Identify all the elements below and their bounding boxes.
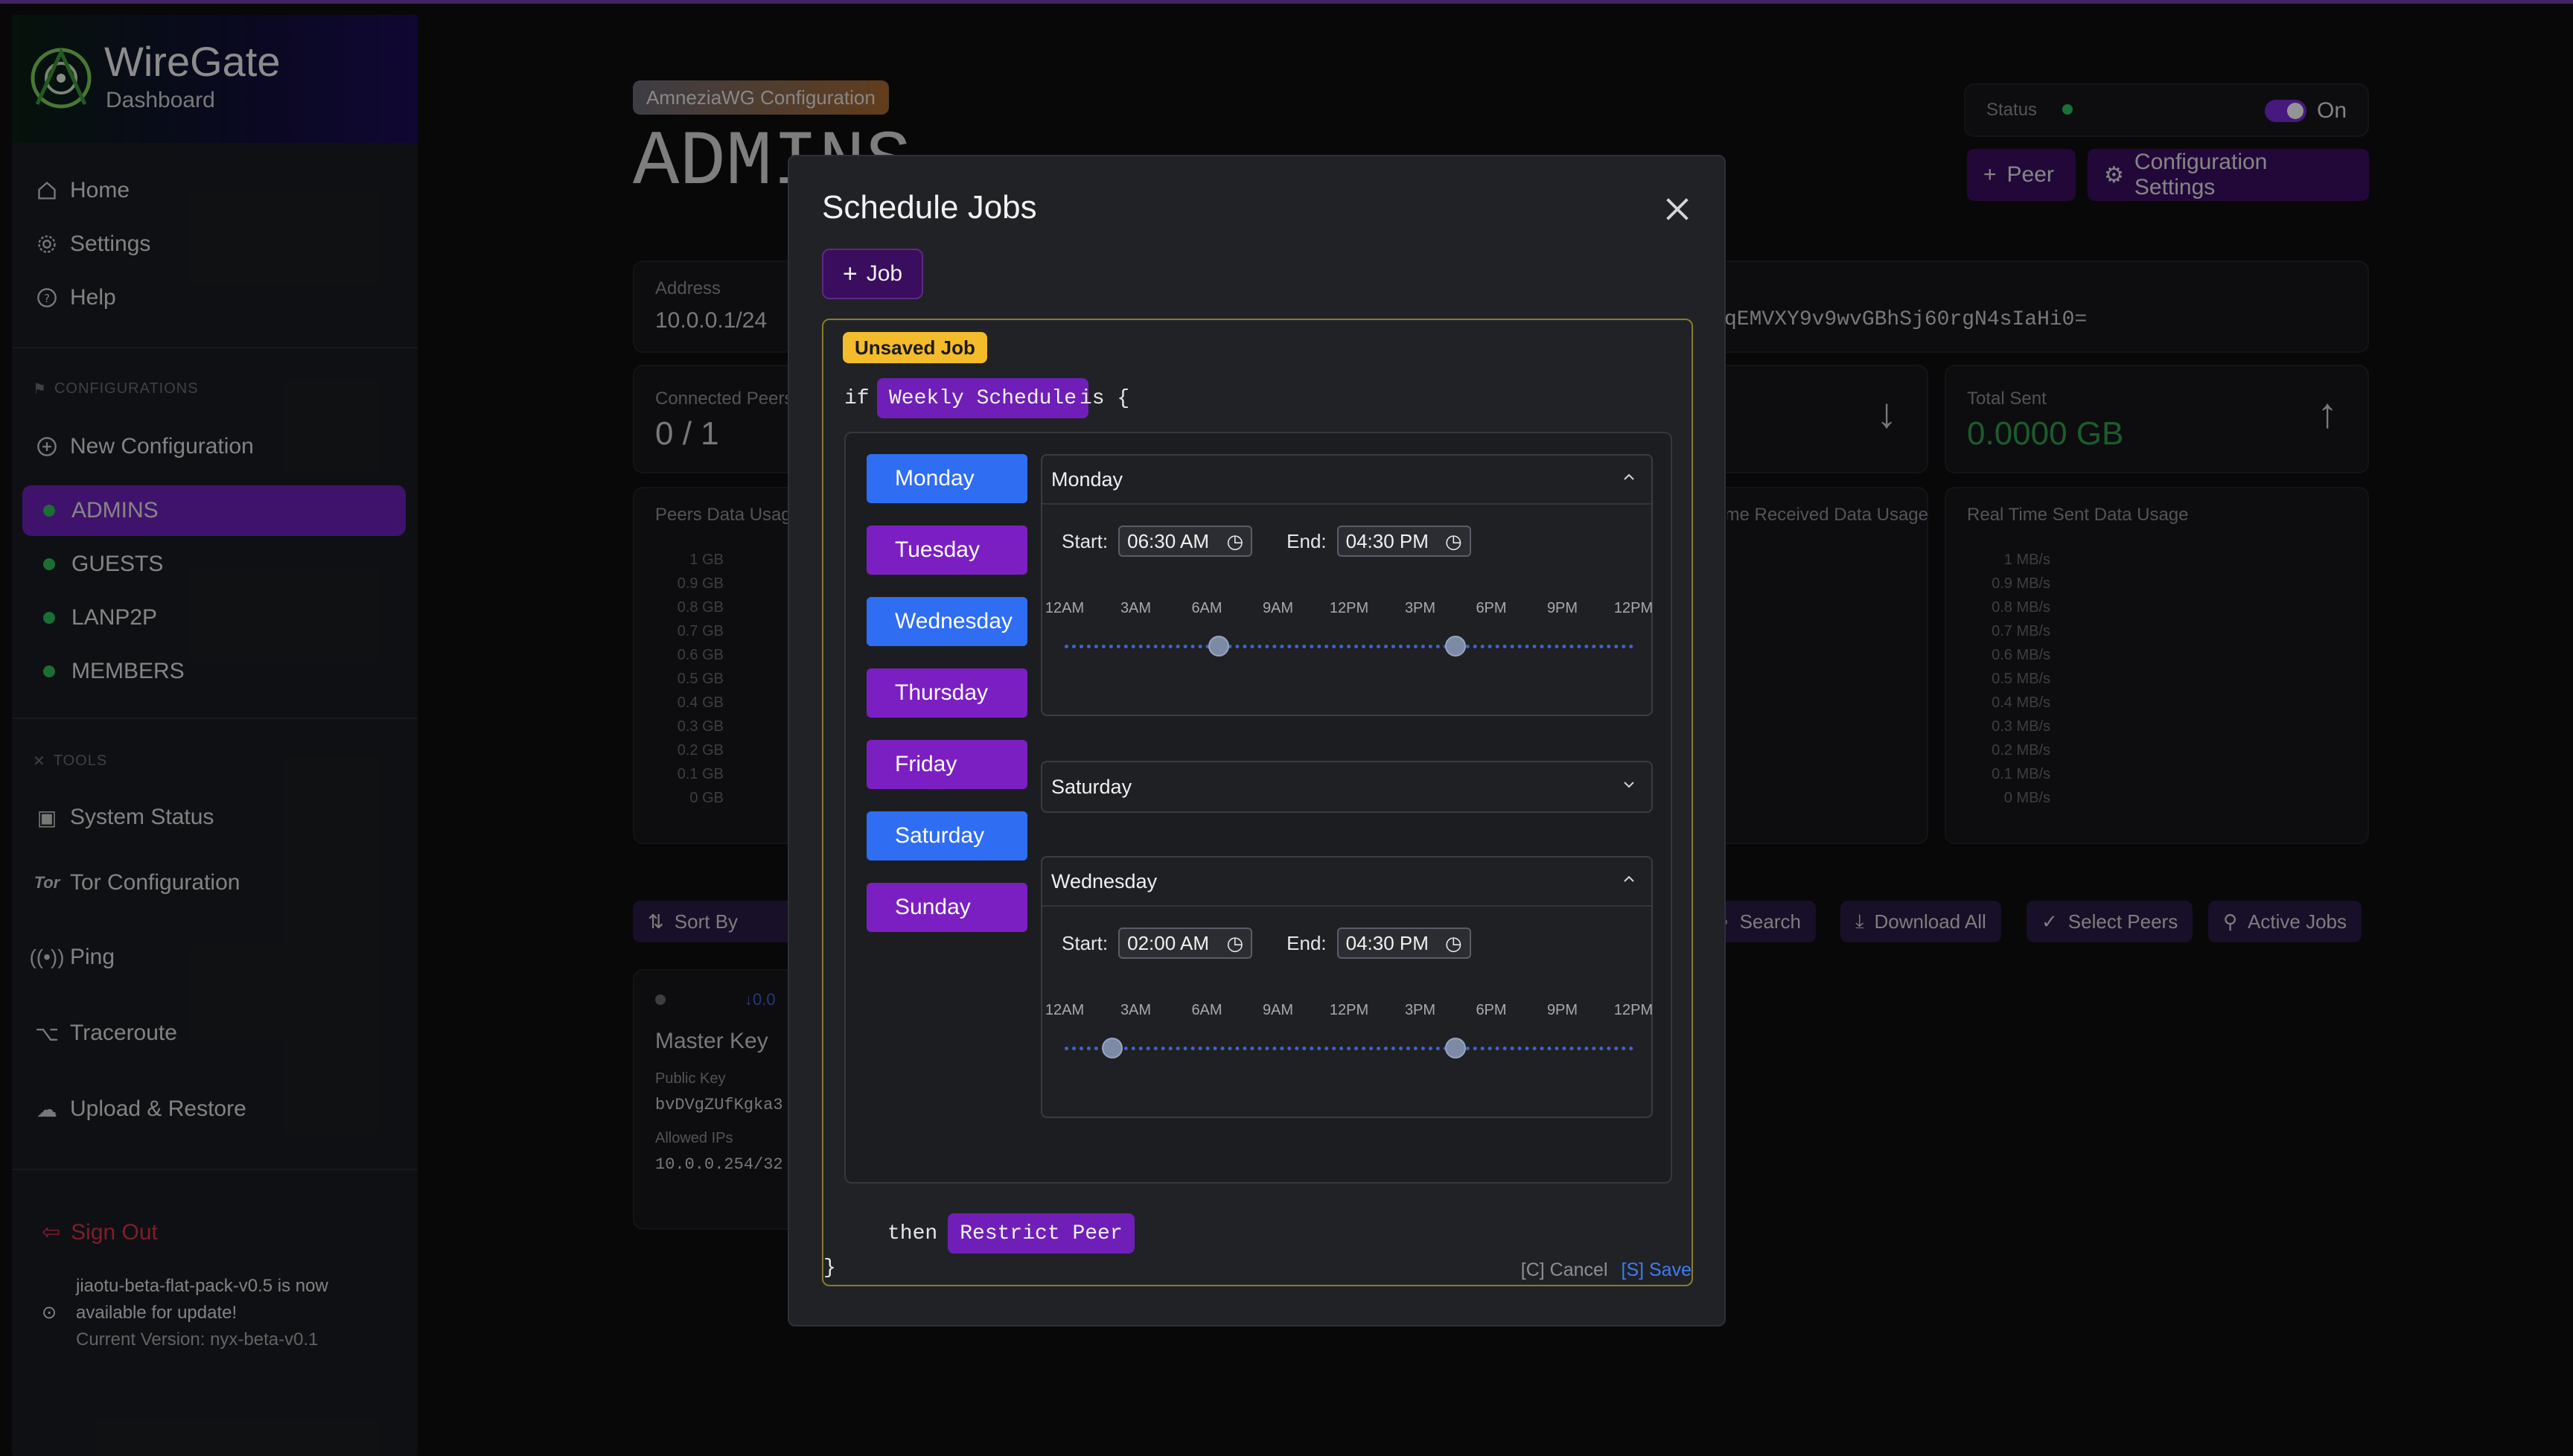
time-axis: 12AM 3AM 6AM 9AM 12PM 3PM 6PM 9PM 12PM bbox=[1042, 600, 1654, 622]
time-tick-label: 12PM bbox=[1329, 1002, 1369, 1018]
range-end-handle[interactable] bbox=[1445, 1038, 1467, 1059]
day-button-tuesday[interactable]: Tuesday bbox=[867, 526, 1027, 575]
chevron-down-icon bbox=[1620, 776, 1638, 799]
time-range-slider-track[interactable] bbox=[1065, 645, 1633, 649]
clock-icon: ◷ bbox=[1444, 529, 1462, 552]
day-button-monday[interactable]: Monday bbox=[867, 454, 1027, 503]
day-button-saturday[interactable]: Saturday bbox=[867, 811, 1027, 860]
time-axis: 12AM 3AM 6AM 9AM 12PM 3PM 6PM 9PM 12PM bbox=[1042, 1002, 1654, 1024]
action-selector[interactable]: Restrict Peer bbox=[948, 1213, 1135, 1254]
start-label: Start: bbox=[1062, 931, 1109, 954]
time-tick-label: 12AM bbox=[1045, 600, 1085, 616]
day-button-thursday[interactable]: Thursday bbox=[867, 668, 1027, 718]
unsaved-job-badge: Unsaved Job bbox=[843, 332, 987, 363]
end-time-input[interactable]: 04:30 PM ◷ bbox=[1336, 927, 1471, 959]
range-start-handle[interactable] bbox=[1101, 1038, 1123, 1059]
time-tick-label: 12AM bbox=[1045, 1002, 1085, 1018]
start-time-input[interactable]: 06:30 AM ◷ bbox=[1118, 526, 1253, 557]
time-tick-label: 6AM bbox=[1191, 600, 1222, 616]
clock-icon: ◷ bbox=[1444, 931, 1462, 954]
schedule-panel-header[interactable]: Wednesday bbox=[1042, 858, 1651, 907]
close-icon[interactable] bbox=[1660, 192, 1694, 226]
chevron-up-icon bbox=[1620, 870, 1638, 893]
day-button-sunday[interactable]: Sunday bbox=[867, 883, 1027, 932]
job-editor: Unsaved Job if Weekly Schedule is { Mond… bbox=[822, 319, 1693, 1286]
cancel-button[interactable]: [C] Cancel bbox=[1521, 1259, 1608, 1281]
range-start-handle[interactable] bbox=[1208, 636, 1229, 657]
day-button-wednesday[interactable]: Wednesday bbox=[867, 597, 1027, 646]
add-job-button[interactable]: + Job bbox=[822, 249, 923, 299]
start-time-input[interactable]: 02:00 AM ◷ bbox=[1118, 927, 1253, 959]
time-tick-label: 3PM bbox=[1404, 1002, 1436, 1018]
then-keyword: then bbox=[887, 1222, 938, 1245]
schedule-panel-header[interactable]: Monday bbox=[1042, 456, 1651, 505]
time-tick-label: 12PM bbox=[1613, 600, 1654, 616]
end-label: End: bbox=[1286, 529, 1327, 552]
time-tick-label: 12PM bbox=[1329, 600, 1369, 616]
if-keyword: if bbox=[844, 387, 870, 410]
closing-brace: } bbox=[823, 1257, 836, 1280]
chevron-up-icon bbox=[1620, 468, 1638, 491]
time-tick-label: 9AM bbox=[1262, 600, 1294, 616]
range-end-handle[interactable] bbox=[1445, 636, 1467, 657]
schedule-panel-header[interactable]: Saturday bbox=[1042, 762, 1651, 811]
condition-selector[interactable]: Weekly Schedule bbox=[877, 378, 1089, 418]
schedule-jobs-modal: Schedule Jobs + Job Unsaved Job if Weekl… bbox=[788, 155, 1726, 1326]
time-tick-label: 9PM bbox=[1546, 1002, 1578, 1018]
is-keyword: is { bbox=[1080, 387, 1130, 410]
time-range-slider-track[interactable] bbox=[1065, 1047, 1633, 1051]
time-tick-label: 9AM bbox=[1262, 1002, 1294, 1018]
plus-icon: + bbox=[842, 259, 858, 288]
time-tick-label: 6AM bbox=[1191, 1002, 1222, 1018]
save-button[interactable]: [S] Save bbox=[1622, 1259, 1692, 1281]
schedule-panel-wednesday: Wednesday Start: 02:00 AM ◷ End: 04:30 P… bbox=[1041, 856, 1653, 1118]
time-tick-label: 12PM bbox=[1613, 1002, 1654, 1018]
time-tick-label: 6PM bbox=[1476, 1002, 1507, 1018]
end-time-input[interactable]: 04:30 PM ◷ bbox=[1336, 526, 1471, 557]
start-label: Start: bbox=[1062, 529, 1109, 552]
end-label: End: bbox=[1286, 931, 1327, 954]
time-tick-label: 3PM bbox=[1404, 600, 1436, 616]
time-tick-label: 3AM bbox=[1120, 1002, 1152, 1018]
time-tick-label: 6PM bbox=[1476, 600, 1507, 616]
day-button-friday[interactable]: Friday bbox=[867, 740, 1027, 789]
schedule-panel-monday: Monday Start: 06:30 AM ◷ End: 04:30 PM ◷… bbox=[1041, 454, 1653, 716]
clock-icon: ◷ bbox=[1226, 529, 1244, 552]
time-tick-label: 9PM bbox=[1546, 600, 1578, 616]
clock-icon: ◷ bbox=[1226, 931, 1244, 954]
time-tick-label: 3AM bbox=[1120, 600, 1152, 616]
modal-title: Schedule Jobs bbox=[822, 189, 1037, 226]
weekly-schedule-editor: Monday Tuesday Wednesday Thursday Friday… bbox=[844, 432, 1672, 1184]
schedule-panel-saturday: Saturday bbox=[1041, 761, 1653, 813]
